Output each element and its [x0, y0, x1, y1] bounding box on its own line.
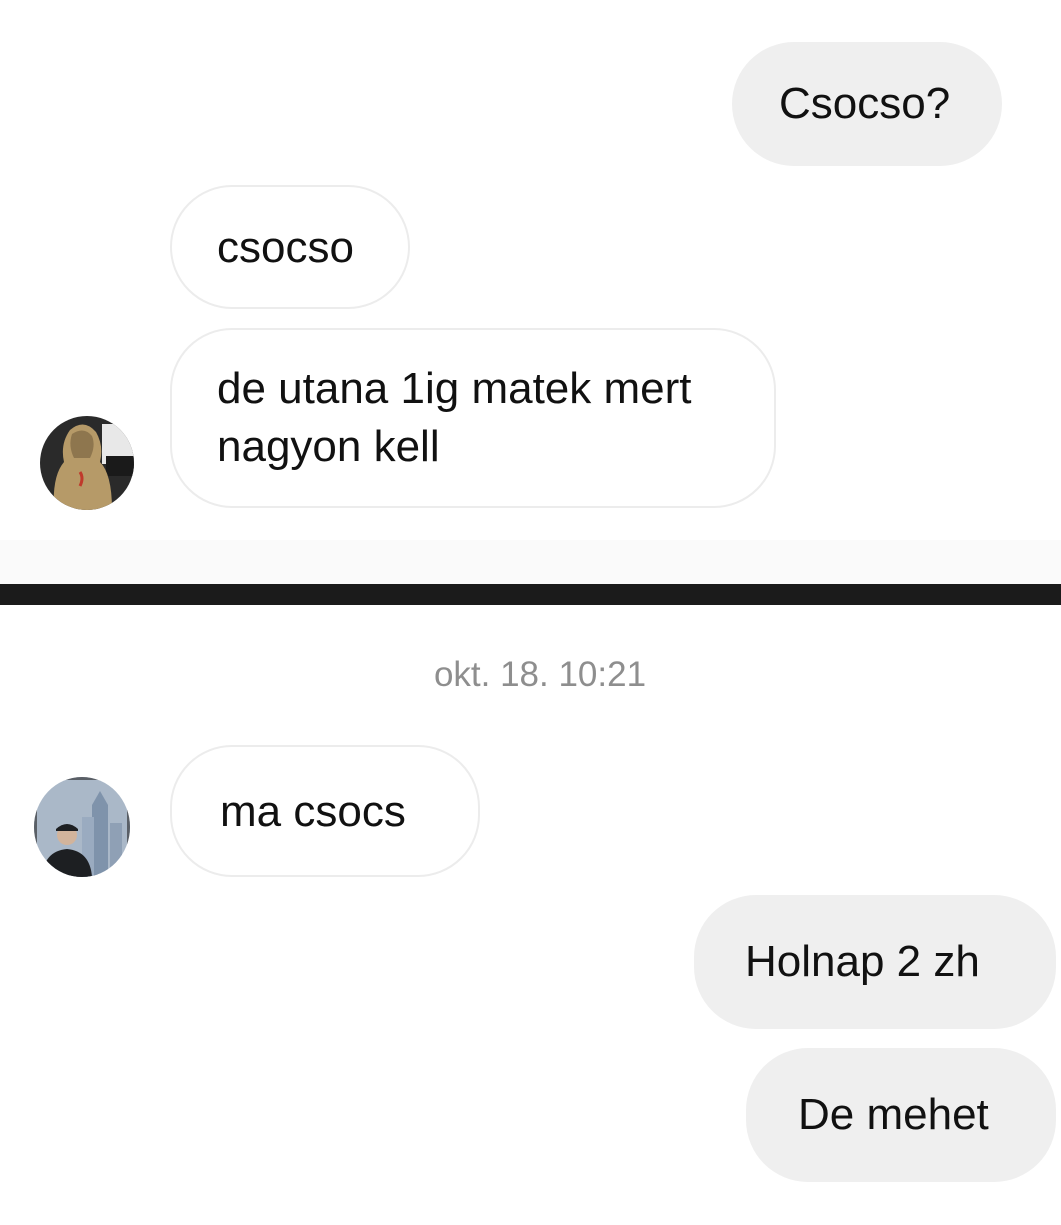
panel-bottom-fade — [0, 540, 1061, 584]
message-text-line-2: nagyon kell — [217, 422, 440, 471]
profile-photo-hooded-person-icon — [40, 416, 134, 510]
message-text: Csocso? — [779, 79, 951, 128]
message-incoming[interactable]: csocso — [170, 185, 410, 309]
screenshot-divider — [0, 584, 1061, 605]
message-text: csocso — [217, 223, 354, 272]
message-text: De mehet — [798, 1090, 989, 1139]
contact-avatar[interactable] — [40, 416, 134, 510]
message-text: Holnap 2 zh — [745, 937, 980, 986]
bottom-chat-panel: okt. 18. 10:21 ma csocs Holnap 2 zh De m… — [0, 605, 1061, 1225]
message-outgoing[interactable]: Holnap 2 zh — [694, 895, 1056, 1029]
message-text-line-1: de utana 1ig matek mert — [217, 364, 692, 413]
message-outgoing[interactable]: De mehet — [746, 1048, 1056, 1182]
message-incoming[interactable]: ma csocs — [170, 745, 480, 877]
profile-photo-person-city-icon — [34, 777, 130, 877]
contact-avatar[interactable] — [34, 777, 130, 877]
top-chat-panel: Csocso? csocso de utana 1ig matek mert n… — [0, 0, 1061, 584]
message-outgoing[interactable]: Csocso? — [732, 42, 1002, 166]
message-text: ma csocs — [220, 787, 406, 836]
message-incoming[interactable]: de utana 1ig matek mert nagyon kell — [170, 328, 776, 508]
message-timestamp: okt. 18. 10:21 — [433, 655, 647, 694]
